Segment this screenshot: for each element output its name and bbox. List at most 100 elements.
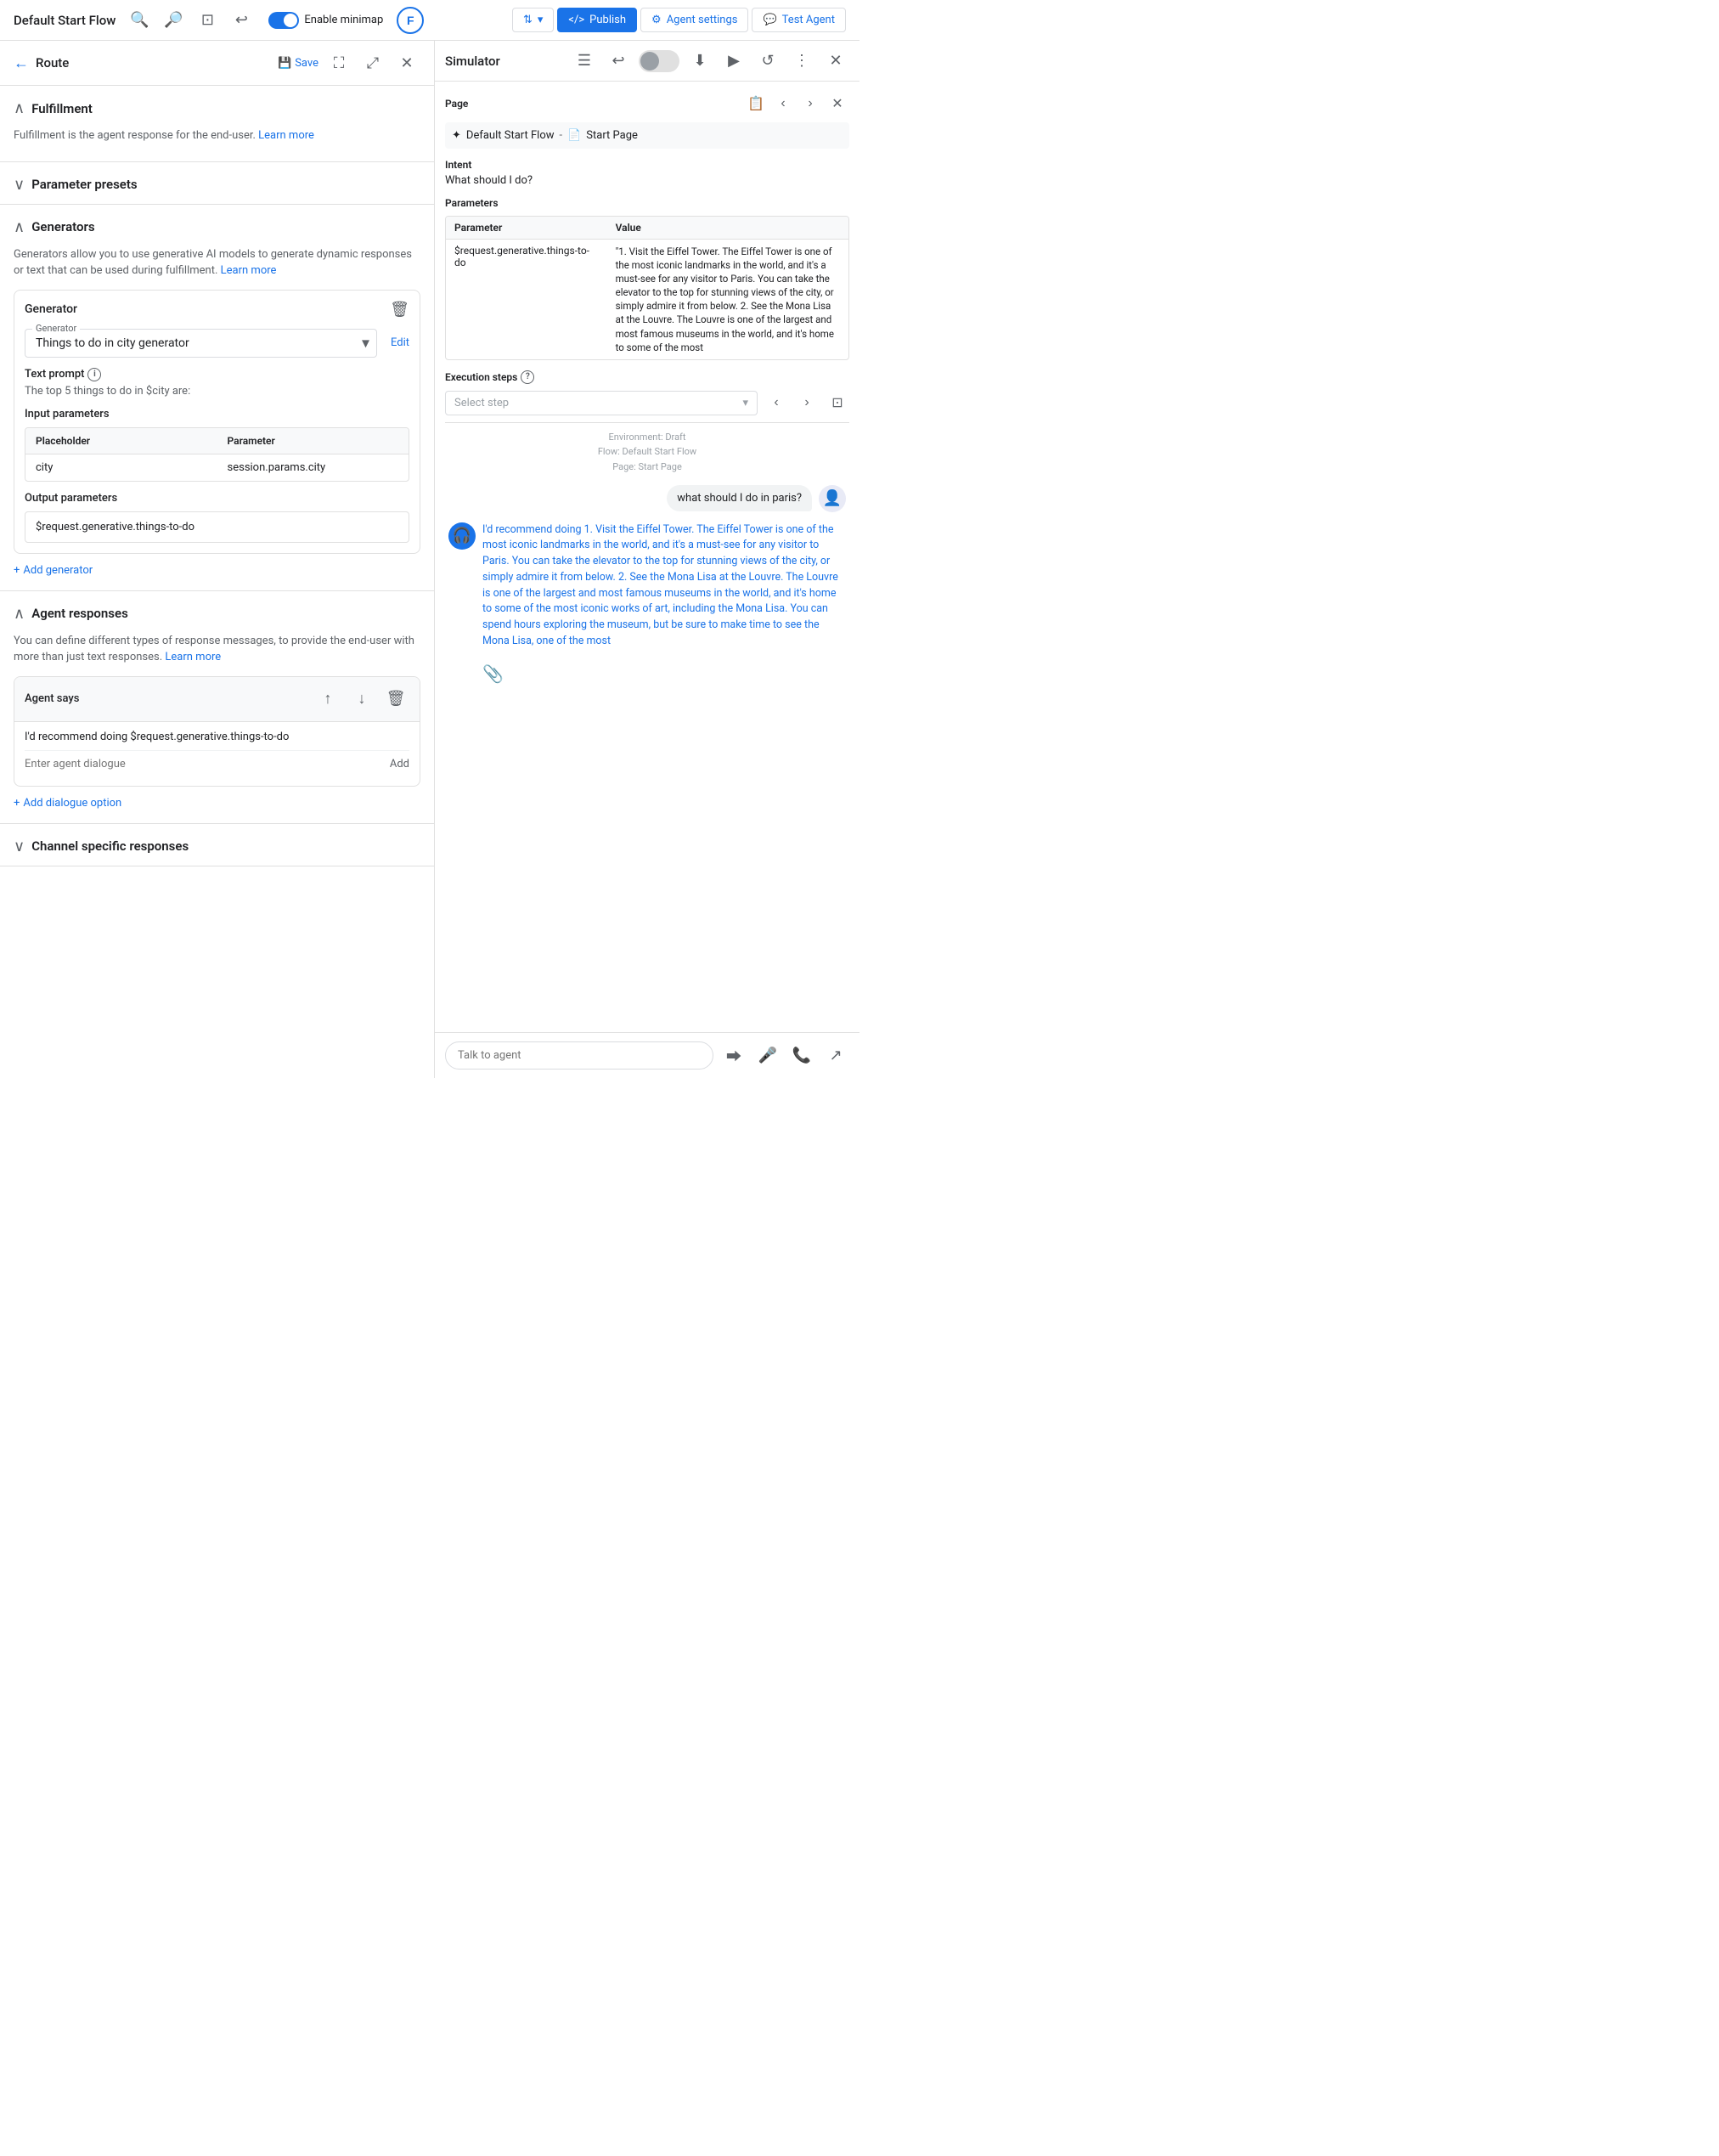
flow-name: Default Start Flow xyxy=(466,129,555,142)
agent-says-header: Agent says ↑ ↓ 🗑 xyxy=(14,677,420,722)
move-down-icon[interactable]: ↓ xyxy=(348,686,375,713)
close-icon[interactable]: ✕ xyxy=(393,49,420,76)
agent-responses-learn-more[interactable]: Learn more xyxy=(165,651,221,663)
user-avatar[interactable]: F xyxy=(397,7,424,34)
generators-desc: Generators allow you to use generative A… xyxy=(14,246,420,279)
talk-to-agent-input[interactable] xyxy=(445,1041,713,1070)
plus-icon: + xyxy=(14,564,20,577)
generator-card: Generator 🗑 Generator Things to do in ci… xyxy=(14,290,420,554)
fulfillment-header[interactable]: ∧ Fulfillment xyxy=(0,86,434,127)
agent-responses-body: You can define different types of respon… xyxy=(0,633,434,823)
sim-close-icon[interactable]: ✕ xyxy=(822,48,849,75)
fullscreen-icon[interactable]: ⛶ xyxy=(325,49,352,76)
sim-toggle[interactable] xyxy=(639,50,679,72)
exec-prev-btn[interactable]: ‹ xyxy=(764,391,788,415)
attachment-icon: 📎 xyxy=(482,663,504,684)
parameter-presets-section: ∨ Parameter presets xyxy=(0,162,434,205)
test-agent-button[interactable]: 💬 Test Agent xyxy=(752,8,846,32)
simulator-header: Simulator ☰ ↩ ⬇ ▶ ↺ ⋮ ✕ xyxy=(435,41,860,82)
panel-header-left: ← Route xyxy=(14,54,69,72)
text-prompt-info-icon: i xyxy=(87,368,101,381)
chat-icon: 💬 xyxy=(763,14,776,26)
parameter-presets-header[interactable]: ∨ Parameter presets xyxy=(0,162,434,204)
back-button[interactable]: ← xyxy=(14,54,29,72)
agent-responses-section: ∧ Agent responses You can define differe… xyxy=(0,591,434,824)
sim-param-value: "1. Visit the Eiffel Tower. The Eiffel T… xyxy=(607,240,848,359)
sim-share-icon[interactable]: ↗ xyxy=(822,1042,849,1070)
generators-chevron: ∧ xyxy=(14,218,25,236)
sim-page-section: Page 📋 ‹ › ✕ ✦ Default Start Flow - 📄 St… xyxy=(445,92,849,149)
execution-info-icon: ? xyxy=(521,370,534,384)
parameters-label: Parameters xyxy=(445,197,849,209)
sim-more-icon[interactable]: ⋮ xyxy=(788,48,815,75)
sim-play-icon[interactable]: ▶ xyxy=(720,48,747,75)
topbar-actions: ⇅ ▾ </> Publish ⚙ Agent settings 💬 Test … xyxy=(512,8,846,32)
env-line3: Page: Start Page xyxy=(445,460,849,475)
zoom-out-icon[interactable]: 🔎 xyxy=(160,7,187,34)
generator-edit-link[interactable]: Edit xyxy=(391,336,409,349)
sort-button[interactable]: ⇅ ▾ xyxy=(512,8,554,32)
sim-menu-icon[interactable]: ☰ xyxy=(571,48,598,75)
agent-dialogue-row: Add xyxy=(25,750,409,777)
sim-next-page[interactable]: › xyxy=(798,92,822,116)
minimap-label: Enable minimap xyxy=(304,14,383,26)
add-generator-button[interactable]: + Add generator xyxy=(14,564,93,577)
exec-step-dropdown[interactable]: Select step ▾ xyxy=(445,391,758,415)
sim-params-header: Parameter Value xyxy=(446,217,848,240)
page-info: ✦ Default Start Flow - 📄 Start Page xyxy=(445,122,849,149)
agent-settings-button[interactable]: ⚙ Agent settings xyxy=(640,8,748,32)
sort-chevron: ▾ xyxy=(538,14,544,26)
expand-icon[interactable]: ⤢ xyxy=(359,49,386,76)
sim-page-icon[interactable]: 📋 xyxy=(744,92,768,116)
channel-responses-chevron: ∨ xyxy=(14,838,25,855)
channel-responses-header[interactable]: ∨ Channel specific responses xyxy=(0,824,434,866)
publish-button[interactable]: </> Publish xyxy=(557,8,637,32)
move-up-icon[interactable]: ↑ xyxy=(314,686,341,713)
env-line1: Environment: Draft xyxy=(445,430,849,445)
save-icon: 💾 xyxy=(278,57,291,70)
fulfillment-learn-more[interactable]: Learn more xyxy=(258,129,314,142)
sim-params-row: $request.generative.things-to-do "1. Vis… xyxy=(446,240,848,359)
agent-responses-title: Agent responses xyxy=(31,606,128,621)
chat-env-info: Environment: Draft Flow: Default Start F… xyxy=(445,430,849,475)
placeholder-city: city xyxy=(25,454,217,481)
sim-undo-icon[interactable]: ↩ xyxy=(605,48,632,75)
minimap-toggle[interactable] xyxy=(268,12,299,29)
exec-focus-icon[interactable]: ⊡ xyxy=(826,391,849,415)
sim-prev-page[interactable]: ‹ xyxy=(771,92,795,116)
save-button[interactable]: 💾 Save xyxy=(278,57,318,70)
user-message: what should I do in paris? 👤 xyxy=(448,485,846,512)
sim-mic-icon[interactable]: 🎤 xyxy=(754,1042,781,1070)
publish-label: Publish xyxy=(589,14,626,26)
undo-icon[interactable]: ↩ xyxy=(228,7,255,34)
topbar: Default Start Flow 🔍 🔎 ⊡ ↩ Enable minima… xyxy=(0,0,860,41)
generator-delete-button[interactable]: 🗑 xyxy=(390,301,409,319)
agent-settings-label: Agent settings xyxy=(667,14,738,26)
agent-responses-header[interactable]: ∧ Agent responses xyxy=(0,591,434,633)
agent-says-delete-icon[interactable]: 🗑 xyxy=(382,686,409,713)
agent-says-title: Agent says xyxy=(25,692,79,705)
sim-send-icon[interactable]: ⮕ xyxy=(720,1042,747,1070)
intent-label: Intent xyxy=(445,159,849,171)
sim-phone-icon[interactable]: 📞 xyxy=(788,1042,815,1070)
generators-learn-more[interactable]: Learn more xyxy=(221,264,277,277)
zoom-in-icon[interactable]: 🔍 xyxy=(126,7,153,34)
channel-responses-title: Channel specific responses xyxy=(31,838,189,854)
sim-refresh-icon[interactable]: ↺ xyxy=(754,48,781,75)
fit-view-icon[interactable]: ⊡ xyxy=(194,7,221,34)
generators-header[interactable]: ∧ Generators xyxy=(0,205,434,246)
agent-says-body: I'd recommend doing $request.generative.… xyxy=(14,722,420,786)
generator-card-header: Generator 🗑 xyxy=(25,301,409,319)
sim-download-icon[interactable]: ⬇ xyxy=(686,48,713,75)
intent-value: What should I do? xyxy=(445,174,849,187)
agent-says-text: I'd recommend doing $request.generative.… xyxy=(25,731,409,743)
exec-next-btn[interactable]: › xyxy=(795,391,819,415)
simulator-content: Page 📋 ‹ › ✕ ✦ Default Start Flow - 📄 St… xyxy=(435,82,860,1032)
sim-page-close[interactable]: ✕ xyxy=(826,92,849,116)
fulfillment-body: Fulfillment is the agent response for th… xyxy=(0,127,434,161)
agent-dialogue-input[interactable] xyxy=(25,758,390,770)
generator-dropdown-wrap: Generator Things to do in city generator… xyxy=(25,329,377,358)
add-dialogue-option-button[interactable]: + Add dialogue option xyxy=(14,797,121,810)
sim-value-col: Value xyxy=(607,217,848,239)
generator-dropdown[interactable]: Generator Things to do in city generator… xyxy=(25,329,377,358)
